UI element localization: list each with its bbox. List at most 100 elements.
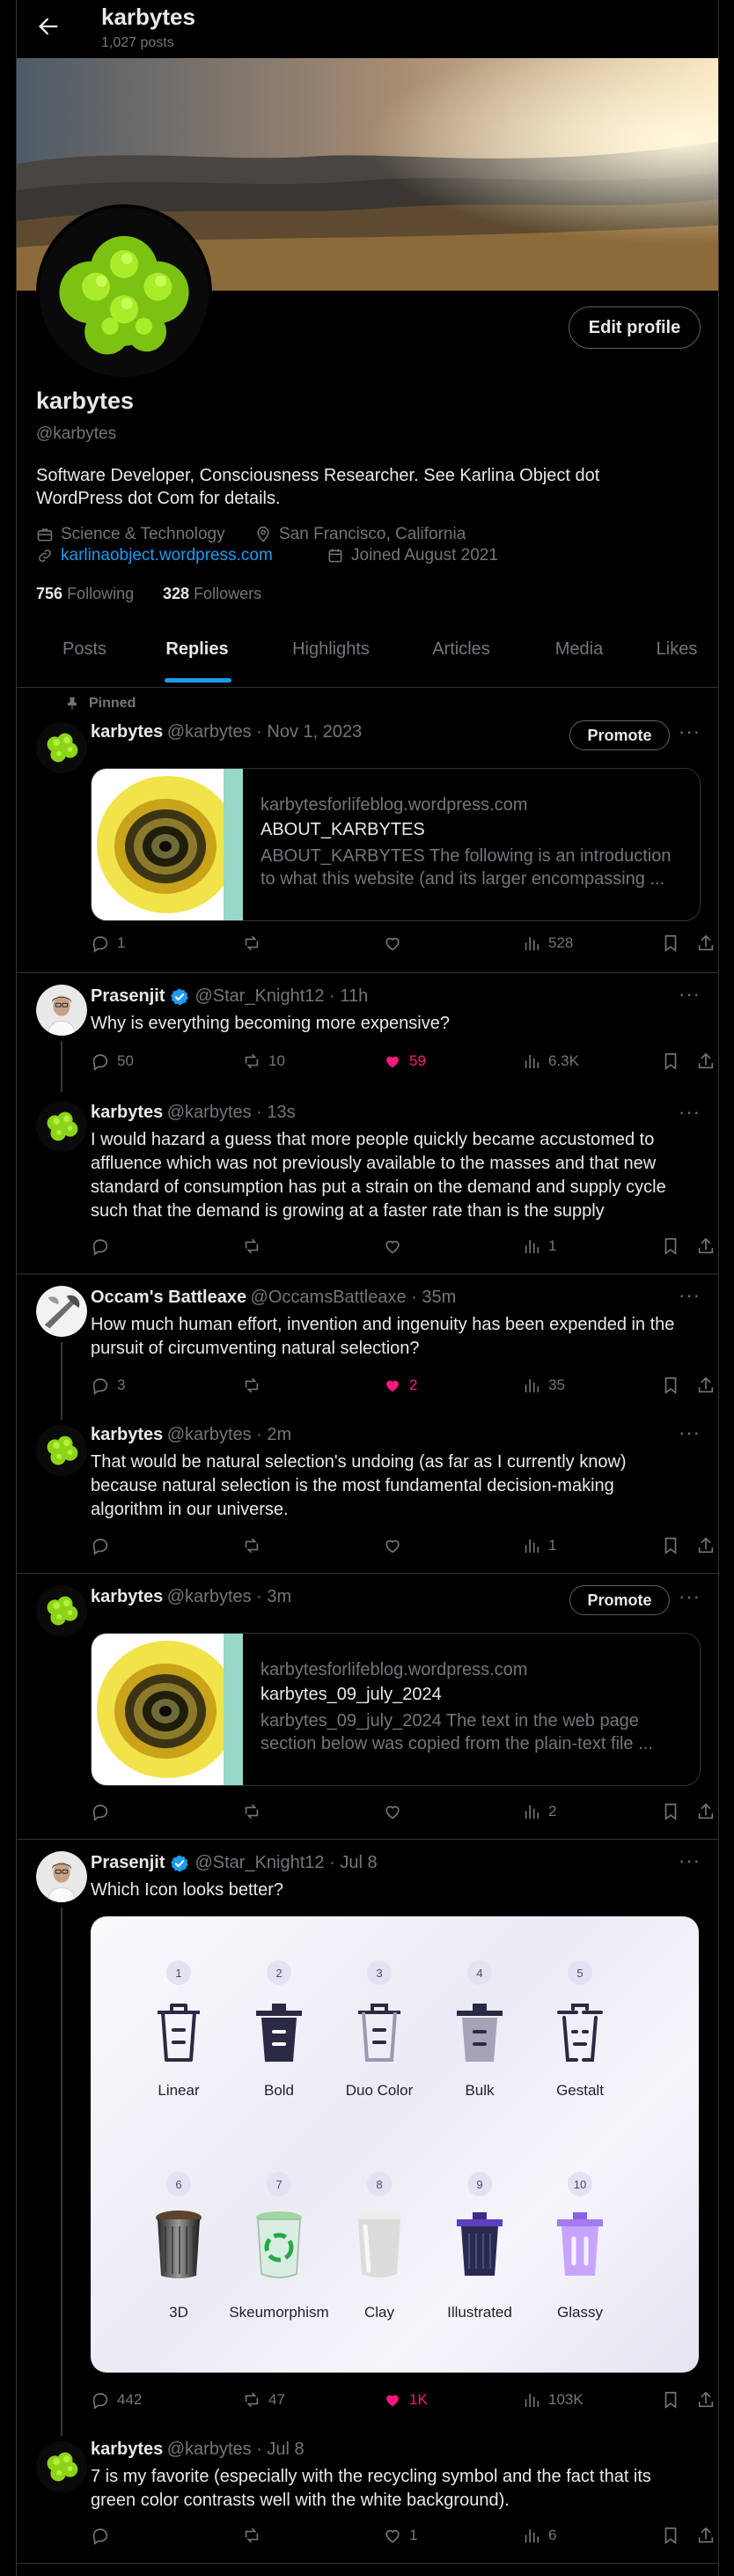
repost-button[interactable] <box>242 1802 261 1821</box>
tab-media[interactable]: Media <box>522 639 636 675</box>
share-button[interactable] <box>696 2526 716 2545</box>
share-button[interactable] <box>696 1052 716 1071</box>
reply-button[interactable] <box>91 1236 110 1256</box>
more-options-icon[interactable]: ··· <box>679 1849 701 1872</box>
like-button[interactable] <box>383 934 402 953</box>
more-options-icon[interactable]: ··· <box>679 1421 701 1444</box>
avatar[interactable] <box>36 1585 87 1636</box>
share-button[interactable] <box>696 1536 716 1555</box>
views-button[interactable]: 528 <box>522 934 573 953</box>
reply-button[interactable]: 3 <box>91 1376 125 1395</box>
author-name[interactable]: Prasenjit <box>91 1853 165 1873</box>
views-button[interactable]: 6 <box>522 2526 556 2545</box>
more-options-icon[interactable]: ··· <box>679 1585 701 1608</box>
views-button[interactable]: 1 <box>522 1236 556 1256</box>
pinned-label: Pinned <box>89 696 136 711</box>
profile-website-link[interactable]: karlinaobject.wordpress.com <box>61 546 273 565</box>
bookmark-button[interactable] <box>661 1802 680 1821</box>
profile-website[interactable]: karlinaobject.wordpress.com <box>36 546 273 565</box>
author-name[interactable]: karbytes <box>91 1103 163 1122</box>
author-name[interactable]: karbytes <box>91 1587 163 1606</box>
like-button[interactable]: 2 <box>383 1376 417 1395</box>
bookmark-icon <box>661 1802 680 1821</box>
reply-button[interactable]: 1 <box>91 934 125 953</box>
author-name[interactable]: karbytes <box>91 1425 163 1444</box>
card-title: ABOUT_KARBYTES <box>261 820 425 839</box>
repost-button[interactable] <box>242 1236 261 1256</box>
like-button[interactable] <box>383 1236 402 1256</box>
bookmark-button[interactable] <box>661 2390 680 2410</box>
avatar[interactable] <box>36 1851 87 1902</box>
share-button[interactable] <box>696 1376 716 1395</box>
share-button[interactable] <box>696 2390 716 2410</box>
bookmark-button[interactable] <box>661 1052 680 1071</box>
tab-highlights[interactable]: Highlights <box>256 639 406 675</box>
like-button[interactable] <box>383 1536 402 1555</box>
like-button[interactable] <box>383 1802 402 1821</box>
author-name[interactable]: Prasenjit <box>91 986 165 1007</box>
more-options-icon[interactable]: ··· <box>679 1284 701 1307</box>
views-button[interactable]: 2 <box>522 1802 556 1821</box>
views-button[interactable]: 103K <box>522 2390 584 2410</box>
share-button[interactable] <box>696 1236 716 1256</box>
post-divider <box>17 2563 718 2564</box>
author-name[interactable]: karbytes <box>91 2439 163 2459</box>
repost-button[interactable] <box>242 1376 261 1395</box>
like-button[interactable]: 59 <box>383 1052 426 1071</box>
profile-avatar[interactable] <box>36 204 212 380</box>
bookmark-button[interactable] <box>661 1536 680 1555</box>
promote-button[interactable]: Promote <box>569 720 670 750</box>
avatar[interactable] <box>36 2441 87 2492</box>
avatar[interactable] <box>36 722 87 773</box>
bookmark-button[interactable] <box>661 1376 680 1395</box>
post-divider <box>17 972 718 973</box>
post-text-line3: standard of consumption has put a strain… <box>91 1177 666 1197</box>
avatar[interactable] <box>36 1425 87 1476</box>
avatar[interactable] <box>36 985 87 1036</box>
post-image[interactable]: 1 2 3 4 5 Linear Bold Duo Color Bulk Ges… <box>91 1916 699 2373</box>
reply-button[interactable]: 442 <box>91 2390 142 2410</box>
author-name[interactable]: karbytes <box>91 722 163 742</box>
share-button[interactable] <box>696 1802 716 1821</box>
following-link[interactable]: 756 Following <box>36 585 134 603</box>
bookmark-button[interactable] <box>661 934 680 953</box>
reply-button[interactable] <box>91 1802 110 1821</box>
repost-button[interactable]: 47 <box>242 2390 285 2410</box>
more-options-icon[interactable]: ··· <box>679 720 701 743</box>
back-arrow-icon[interactable] <box>36 14 61 39</box>
more-options-icon[interactable]: ··· <box>679 1101 701 1124</box>
share-button[interactable] <box>696 934 716 953</box>
repost-button[interactable] <box>242 934 261 953</box>
promote-button[interactable]: Promote <box>569 1585 670 1615</box>
edit-profile-button[interactable]: Edit profile <box>569 306 701 349</box>
repost-button[interactable] <box>242 2526 261 2545</box>
share-icon <box>696 1536 716 1555</box>
reply-button[interactable] <box>91 2526 110 2545</box>
heart-icon <box>383 1536 402 1555</box>
reply-button[interactable]: 50 <box>91 1052 134 1071</box>
views-button[interactable]: 6.3K <box>522 1052 579 1071</box>
repost-button[interactable] <box>242 1536 261 1555</box>
post-text-line2: pursuit of circumventing natural selecti… <box>91 1339 420 1358</box>
views-button[interactable]: 35 <box>522 1376 565 1395</box>
tab-likes[interactable]: Likes <box>633 639 721 675</box>
heart-filled-icon <box>383 1376 402 1395</box>
reply-button[interactable] <box>91 1536 110 1555</box>
tab-replies[interactable]: Replies <box>140 639 254 675</box>
link-card[interactable]: karbytesforlifeblog.wordpress.com karbyt… <box>91 1633 701 1786</box>
avatar[interactable] <box>36 1286 87 1337</box>
followers-link[interactable]: 328 Followers <box>163 585 261 603</box>
view-count: 35 <box>548 1377 565 1393</box>
more-options-icon[interactable]: ··· <box>679 983 701 1006</box>
like-button[interactable]: 1 <box>383 2526 417 2545</box>
link-card[interactable]: karbytesforlifeblog.wordpress.com ABOUT_… <box>91 768 701 921</box>
avatar[interactable] <box>36 1101 87 1152</box>
bookmark-button[interactable] <box>661 2526 680 2545</box>
repost-button[interactable]: 10 <box>242 1052 285 1071</box>
tab-articles[interactable]: Articles <box>404 639 518 675</box>
views-button[interactable]: 1 <box>522 1536 556 1555</box>
bookmark-button[interactable] <box>661 1236 680 1256</box>
like-button[interactable]: 1K <box>383 2390 428 2410</box>
tab-posts[interactable]: Posts <box>27 639 142 675</box>
author-name[interactable]: Occam's Battleaxe <box>91 1288 246 1307</box>
